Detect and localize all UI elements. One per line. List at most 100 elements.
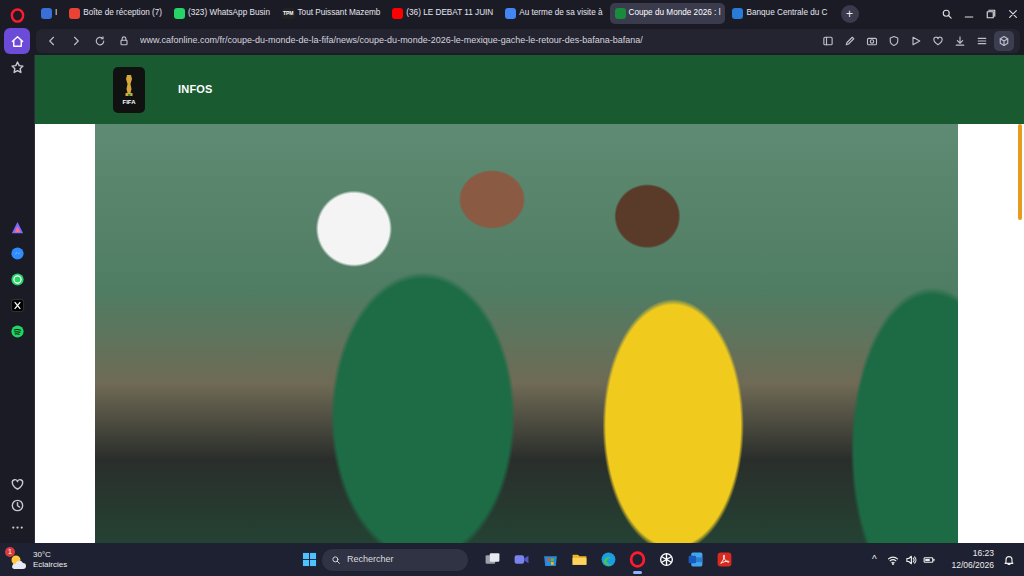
clock-date: 12/06/2026 [951, 560, 994, 571]
sidebar-star-icon[interactable] [4, 54, 30, 80]
tab-label: Boîte de réception (7) [83, 7, 162, 19]
site-header: FIFA INFOS [35, 55, 1024, 124]
download-icon[interactable] [950, 31, 970, 51]
favicon-icon [615, 8, 626, 19]
acrobat-icon[interactable] [710, 545, 739, 575]
favicon-icon [69, 8, 80, 19]
browser-tab[interactable]: (36) LE DEBAT 11 JUIN [387, 3, 498, 24]
favicon-text: TPM [283, 11, 294, 16]
tab-search-icon[interactable] [936, 3, 958, 25]
tab-label: (323) WhatsApp Busin [188, 7, 270, 19]
scrollbar-track[interactable] [1018, 124, 1022, 543]
sidebar-messenger-icon[interactable] [4, 240, 30, 266]
section-title[interactable]: INFOS [178, 81, 213, 98]
logo-caption: FIFA [123, 99, 136, 105]
weather-widget[interactable]: 1 30°CEclaircies [8, 550, 298, 570]
toolbar-tools [818, 31, 1014, 51]
back-icon[interactable] [42, 31, 62, 51]
weather-text: 30°CEclaircies [33, 550, 67, 569]
browser-main: I Boîte de réception (7) (323) WhatsApp Bu… [34, 0, 1024, 543]
edge-icon[interactable] [594, 545, 623, 575]
tray-chevron[interactable]: ^ [866, 552, 882, 567]
tab-label: Coupe du Monde 2026 : l [629, 7, 721, 19]
sidebar-opera-icon[interactable] [4, 2, 30, 28]
temperature: 30°C [33, 550, 67, 560]
sidebar-aria-icon[interactable] [4, 214, 30, 240]
address-field: www.cafonline.com/fr/coupe-du-monde-de-l… [36, 29, 1020, 53]
browser-tab[interactable]: Banque Centrale du C [727, 3, 832, 24]
shield-icon[interactable] [884, 31, 904, 51]
lock-icon[interactable] [114, 31, 134, 51]
restore-icon[interactable] [980, 3, 1002, 25]
sidebar-x-icon[interactable] [4, 292, 30, 318]
tab-bar: I Boîte de réception (7) (323) WhatsApp Bu… [34, 0, 1024, 27]
chatgpt-icon[interactable] [652, 545, 681, 575]
forward-icon[interactable] [66, 31, 86, 51]
web-page: FIFA INFOS [34, 55, 1024, 543]
edit-icon[interactable] [840, 31, 860, 51]
browser-tab[interactable]: Au terme de sa visite à [500, 3, 607, 24]
browser-tab[interactable]: I [36, 3, 62, 24]
tab-strip: I Boîte de réception (7) (323) WhatsApp Bu… [34, 3, 936, 24]
speaker-icon[interactable] [903, 552, 918, 567]
meet-icon[interactable] [507, 545, 536, 575]
url-text[interactable]: www.cafonline.com/fr/coupe-du-monde-de-l… [140, 34, 643, 48]
profile-icon[interactable] [994, 31, 1014, 51]
camera-icon[interactable] [862, 31, 882, 51]
heart-icon[interactable] [928, 31, 948, 51]
battery-icon[interactable] [921, 552, 936, 567]
window-controls [936, 3, 1024, 25]
notification-bell-icon[interactable] [1001, 552, 1016, 567]
browser-window: I Boîte de réception (7) (323) WhatsApp Bu… [0, 0, 1024, 543]
wifi-icon[interactable] [885, 552, 900, 567]
system-tray: ^ 16:2312/06/2026 [866, 548, 1016, 570]
sidebar-group [4, 214, 30, 344]
scrollbar-thumb[interactable] [1018, 124, 1022, 220]
tab-label: Au terme de sa visite à [519, 7, 602, 19]
favicon-icon [732, 8, 743, 19]
reload-icon[interactable] [90, 31, 110, 51]
clock-time: 16:23 [973, 548, 994, 559]
taskbar-search[interactable]: Rechercher [322, 549, 468, 571]
taskbar-apps: Rechercher [298, 545, 739, 575]
browser-tab[interactable]: (323) WhatsApp Busin [169, 3, 275, 24]
browser-tab[interactable]: Boîte de réception (7) [64, 3, 167, 24]
favicon-icon: TPM [282, 8, 295, 19]
opera-icon[interactable] [623, 545, 652, 575]
sidebar-group [4, 2, 30, 80]
windows-start-icon[interactable] [298, 547, 320, 573]
clock[interactable]: 16:2312/06/2026 [951, 548, 994, 570]
fifa-logo-icon[interactable]: FIFA [113, 67, 145, 113]
taskbar: 1 30°CEclaircies Rechercher ^ 16:2312/06/202… [0, 543, 1024, 576]
menu-icon[interactable] [972, 31, 992, 51]
article-body [35, 124, 1024, 543]
weather-condition: Eclaircies [33, 560, 67, 570]
word-icon[interactable] [681, 545, 710, 575]
tab-label: Banque Centrale du C [746, 7, 827, 19]
sidebar-whatsapp-icon[interactable] [4, 266, 30, 292]
store-icon[interactable] [536, 545, 565, 575]
new-tab-button[interactable]: + [841, 5, 859, 23]
sidebar-spotify-icon[interactable] [4, 318, 30, 344]
browser-tab[interactable]: Coupe du Monde 2026 : l [610, 3, 726, 24]
search-placeholder: Rechercher [347, 553, 394, 567]
sidebar-more-icon[interactable] [4, 517, 30, 539]
sidebar-home-icon[interactable] [4, 28, 30, 54]
sidebar-history-icon[interactable] [4, 495, 30, 517]
minimize-icon[interactable] [958, 3, 980, 25]
sidebar-heart-icon[interactable] [4, 474, 30, 496]
tab-label: I [55, 7, 57, 19]
sidepanel-icon[interactable] [818, 31, 838, 51]
explorer-icon[interactable] [565, 545, 594, 575]
favicon-icon [41, 8, 52, 19]
tab-label: Tout Puissant Mazemb [298, 7, 381, 19]
weather-badge: 1 [5, 547, 15, 557]
favicon-icon [392, 8, 403, 19]
favicon-icon [505, 8, 516, 19]
play-icon[interactable] [906, 31, 926, 51]
sidebar [0, 0, 34, 543]
close-icon[interactable] [1002, 3, 1024, 25]
browser-tab[interactable]: TPM Tout Puissant Mazemb [277, 3, 385, 24]
taskview-icon[interactable] [478, 545, 507, 575]
weather-icon: 1 [8, 550, 28, 570]
